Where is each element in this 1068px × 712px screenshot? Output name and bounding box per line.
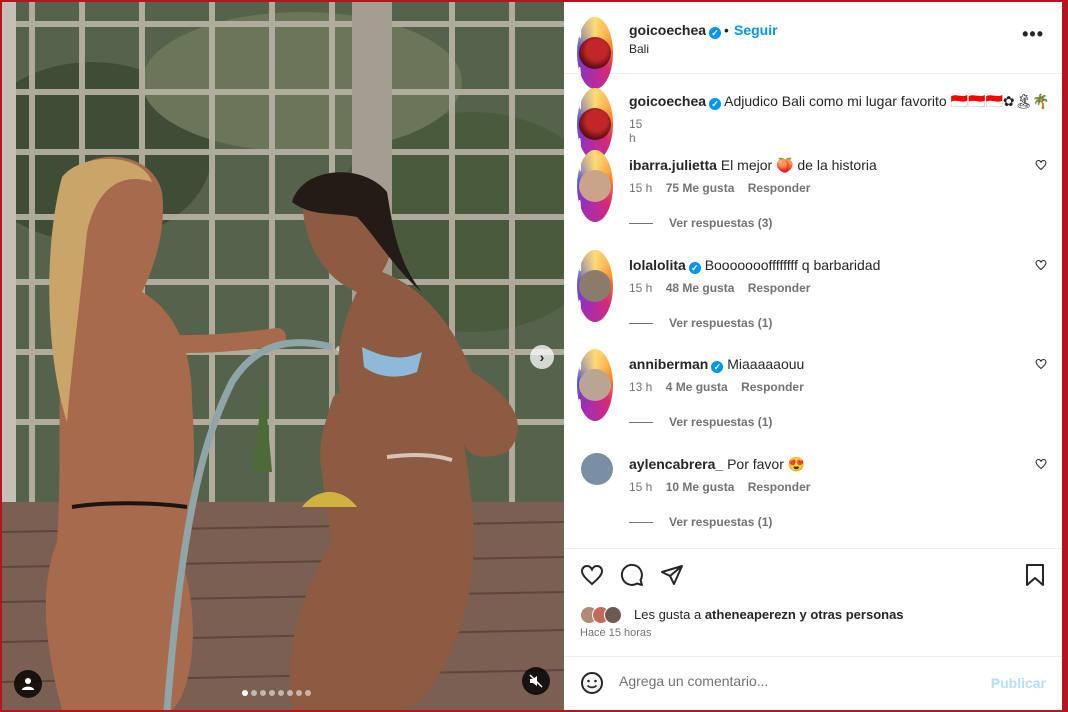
- carousel-dot: [251, 690, 257, 696]
- mute-button[interactable]: [522, 667, 550, 695]
- comment-time[interactable]: 13 h: [629, 380, 652, 394]
- carousel-dot: [278, 690, 284, 696]
- reply-button[interactable]: Responder: [741, 380, 804, 394]
- heart-icon[interactable]: [1035, 159, 1047, 171]
- comment-likes[interactable]: 10 Me gusta: [666, 480, 735, 494]
- emoji-icon[interactable]: [580, 671, 604, 695]
- post-side-panel: goicoechea ✓ • Seguir Bali ••• goicoechea…: [564, 2, 1062, 710]
- comment-item: anniberman ✓ Miaaaaaouu 13 h 4 Me gusta R…: [577, 349, 1047, 445]
- view-replies-button[interactable]: Ver respuestas (1): [629, 415, 772, 429]
- verified-badge-icon: ✓: [709, 98, 722, 110]
- comment-input[interactable]: [619, 673, 979, 689]
- post-modal: › goicoechea ✓ • Seguir Bali ••• goicoec…: [2, 2, 1062, 710]
- heart-icon[interactable]: [1035, 458, 1047, 470]
- comment-text: Boooooooffffffff q barbaridad: [704, 257, 881, 273]
- bookmark-icon[interactable]: [1024, 563, 1046, 587]
- likes-text: Les gusta a atheneaperezn y otras person…: [634, 607, 904, 622]
- verified-badge-icon: ✓: [709, 27, 722, 39]
- comment-item: aylencabrera_ Por favor 😍 15 h 10 Me gus…: [577, 449, 1047, 545]
- reply-button[interactable]: Responder: [748, 281, 811, 295]
- comment-username[interactable]: lolalolita: [629, 257, 686, 273]
- heart-icon[interactable]: [1035, 259, 1047, 271]
- heart-icon[interactable]: [580, 563, 604, 587]
- comment-username[interactable]: ibarra.julietta: [629, 157, 717, 173]
- user-tag-icon: [22, 678, 34, 690]
- follow-button[interactable]: Seguir: [734, 22, 778, 38]
- comment-time[interactable]: 15 h: [629, 281, 652, 295]
- share-icon[interactable]: [660, 563, 684, 587]
- heart-icon[interactable]: [1035, 358, 1047, 370]
- comment-avatar[interactable]: [577, 150, 613, 222]
- user-tags-button[interactable]: [14, 670, 42, 698]
- comment-text: Por favor 😍: [727, 456, 806, 472]
- post-media[interactable]: ›: [2, 2, 564, 710]
- carousel-dot: [296, 690, 302, 696]
- carousel-dot: [242, 690, 248, 696]
- comment-likes[interactable]: 75 Me gusta: [666, 181, 735, 195]
- comment-icon[interactable]: [620, 563, 644, 587]
- view-replies-button[interactable]: Ver respuestas (3): [629, 216, 772, 230]
- comments-list[interactable]: goicoechea ✓ Adjudico Bali como mi lugar …: [564, 74, 1062, 548]
- comment-username[interactable]: aylencabrera_: [629, 456, 723, 472]
- likes-summary: Les gusta a atheneaperezn y otras person…: [564, 604, 1062, 656]
- comment-item: ibarra.julietta El mejor 🍑 de la histori…: [577, 150, 1047, 246]
- carousel-next-button[interactable]: ›: [530, 345, 554, 369]
- comment-avatar[interactable]: [577, 250, 613, 322]
- comment-time[interactable]: 15 h: [629, 480, 652, 494]
- more-options-icon[interactable]: •••: [1022, 24, 1044, 45]
- comment-likes[interactable]: 48 Me gusta: [666, 281, 735, 295]
- author-username[interactable]: goicoechea ✓: [629, 22, 722, 39]
- verified-badge-icon: ✓: [688, 262, 701, 274]
- verified-badge-icon: ✓: [711, 361, 724, 373]
- video-frame: [2, 2, 564, 710]
- carousel-indicators: [242, 690, 311, 696]
- comment-avatar[interactable]: [581, 453, 613, 485]
- comment-time[interactable]: 15 h: [629, 181, 652, 195]
- carousel-dot: [287, 690, 293, 696]
- reply-button[interactable]: Responder: [748, 480, 811, 494]
- post-location[interactable]: Bali: [629, 42, 649, 56]
- header-separator: •: [724, 22, 729, 38]
- chevron-right-icon: ›: [539, 349, 545, 365]
- other-likers-link[interactable]: y otras personas: [796, 607, 903, 622]
- reply-button[interactable]: Responder: [748, 181, 811, 195]
- caption-username[interactable]: goicoechea: [629, 93, 706, 109]
- post-header: goicoechea ✓ • Seguir Bali •••: [564, 2, 1062, 89]
- comment-composer: Publicar: [564, 656, 1062, 710]
- post-age[interactable]: Hace 15 horas: [580, 627, 652, 639]
- post-actions-bar: [564, 548, 1062, 604]
- liker-username[interactable]: atheneaperezn: [705, 607, 796, 622]
- carousel-dot: [269, 690, 275, 696]
- liker-avatars[interactable]: [580, 606, 622, 624]
- comment-item: lolalolita ✓ Boooooooffffffff q barbarida…: [577, 250, 1047, 346]
- caption-text: goicoechea ✓ Adjudico Bali como mi lugar …: [629, 93, 1050, 110]
- comment-avatar[interactable]: [577, 349, 613, 421]
- muted-speaker-icon: [529, 674, 543, 688]
- caption-time: 15 h: [629, 117, 643, 145]
- view-replies-button[interactable]: Ver respuestas (1): [629, 515, 772, 529]
- comment-username[interactable]: anniberman: [629, 356, 708, 372]
- comment-likes[interactable]: 4 Me gusta: [666, 380, 728, 394]
- caption-body: Adjudico Bali como mi lugar favorito 🇮🇩🇮…: [724, 93, 1050, 109]
- carousel-dot: [260, 690, 266, 696]
- comment-text: El mejor 🍑 de la historia: [720, 157, 877, 173]
- publish-button[interactable]: Publicar: [991, 675, 1046, 691]
- carousel-dot: [305, 690, 311, 696]
- view-replies-button[interactable]: Ver respuestas (1): [629, 316, 772, 330]
- comment-text: Miaaaaaouu: [727, 356, 805, 372]
